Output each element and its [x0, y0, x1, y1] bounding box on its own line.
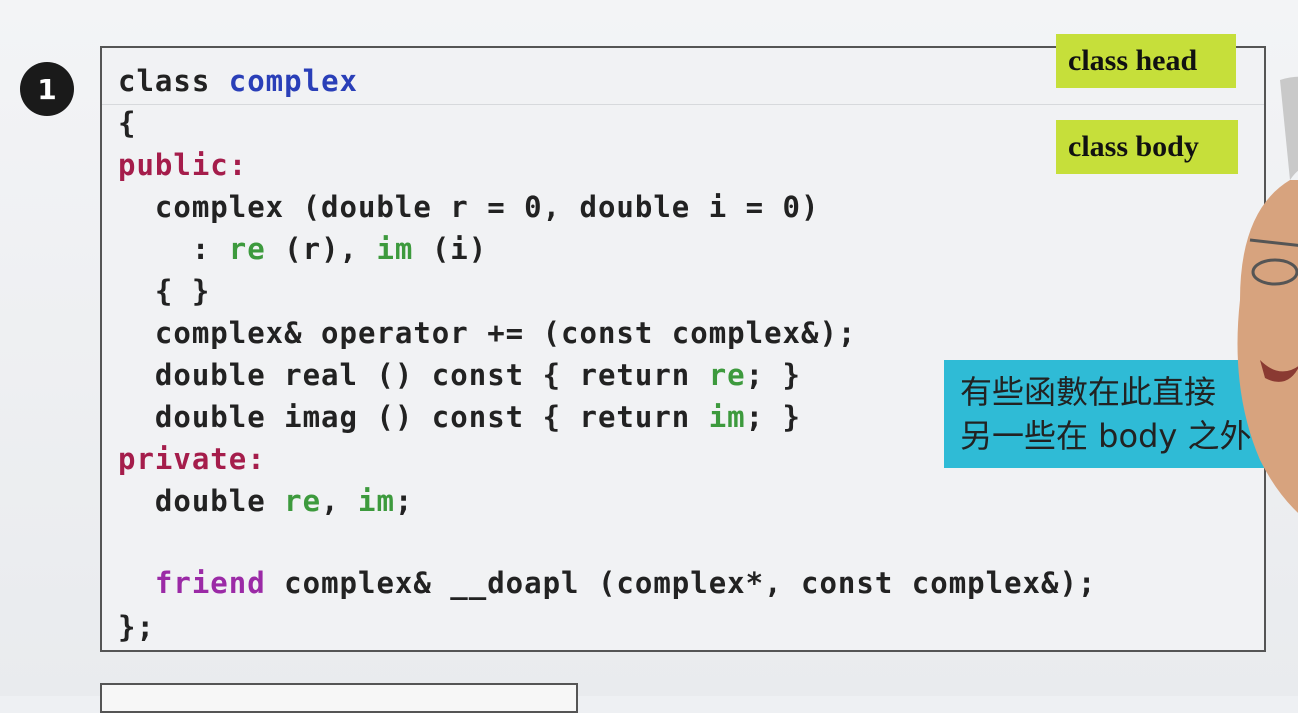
code-line-end: }; — [118, 610, 155, 644]
code-line-friend: friend complex& __doapl (complex*, const… — [118, 566, 1096, 600]
class-head-label: class head — [1068, 44, 1198, 77]
code-text: class — [118, 64, 229, 98]
class-head-tag: class head — [1056, 34, 1236, 88]
presenter-image — [1237, 76, 1298, 513]
code-text: double imag () const { return — [118, 400, 709, 434]
code-text: ; } — [745, 358, 802, 392]
code-text: ; } — [745, 400, 802, 434]
code-text: (r), — [265, 232, 377, 266]
member-re: re — [228, 232, 266, 266]
class-body-label: class body — [1068, 130, 1199, 163]
code-line-public: public: — [118, 148, 248, 182]
slide: 1 class complex { public: complex (doubl… — [0, 0, 1298, 713]
code-line-body: { } — [118, 274, 211, 308]
code-line-constructor: complex (double r = 0, double i = 0) — [118, 190, 820, 224]
step-number: 1 — [37, 72, 57, 106]
member-im: im — [376, 232, 414, 266]
code-line-initializer: : re (r), im (i) — [118, 232, 487, 266]
member-im: im — [708, 400, 746, 434]
member-im: im — [357, 484, 395, 518]
code-text: , — [321, 484, 358, 518]
code-line-real: double real () const { return re; } — [118, 358, 801, 392]
code-text: (i) — [413, 232, 488, 266]
code-text: double — [118, 484, 285, 518]
code-text: double real () const { return — [118, 358, 709, 392]
code-text: ; — [394, 484, 414, 518]
code-line-1: class complex — [118, 64, 358, 98]
class-name: complex — [228, 64, 358, 98]
code-line-operator: complex& operator += (const complex&); — [118, 316, 857, 350]
next-code-box — [100, 683, 578, 713]
code-line-2: { — [118, 106, 137, 140]
code-text: : — [118, 232, 229, 266]
member-re: re — [708, 358, 746, 392]
class-body-tag: class body — [1056, 120, 1238, 174]
member-re: re — [284, 484, 322, 518]
code-line-members: double re, im; — [118, 484, 413, 518]
code-line-private: private: — [118, 442, 266, 476]
code-text: complex& __doapl (complex*, const comple… — [265, 566, 1097, 600]
code-line-imag: double imag () const { return im; } — [118, 400, 801, 434]
friend-keyword: friend — [154, 566, 266, 600]
step-number-badge: 1 — [20, 62, 74, 116]
